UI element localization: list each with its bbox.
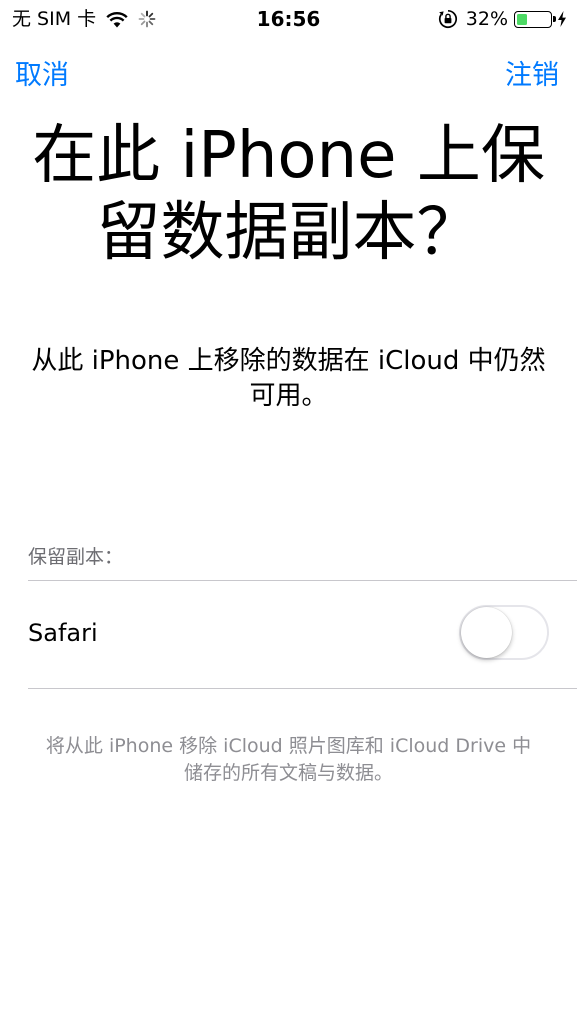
description-text: 从此 iPhone 上移除的数据在 iCloud 中仍然可用。	[31, 346, 546, 411]
status-right: 32%	[438, 6, 567, 32]
battery-level-fill	[517, 13, 527, 25]
page-title: 在此 iPhone 上保留数据副本？	[32, 119, 545, 270]
screen: 无 SIM 卡 16:56 32% 取消 注销 在此 iPhone 上保留数据副…	[0, 0, 577, 1024]
battery-percent: 32%	[465, 8, 508, 30]
row-separator-bottom	[28, 688, 577, 689]
toggle-knob	[461, 607, 512, 658]
safari-row: Safari	[0, 581, 577, 688]
charging-bolt-icon	[558, 11, 566, 27]
cancel-button[interactable]: 取消	[15, 58, 69, 94]
section-header: 保留副本：	[28, 546, 124, 568]
rotation-lock-icon	[438, 9, 457, 29]
safari-toggle[interactable]	[459, 605, 549, 660]
footer-note: 将从此 iPhone 移除 iCloud 照片图库和 iCloud Drive …	[45, 735, 532, 784]
safari-label: Safari	[28, 619, 98, 647]
status-bar: 无 SIM 卡 16:56 32%	[0, 0, 577, 40]
battery-icon	[514, 10, 556, 28]
logout-button[interactable]: 注销	[505, 58, 559, 94]
